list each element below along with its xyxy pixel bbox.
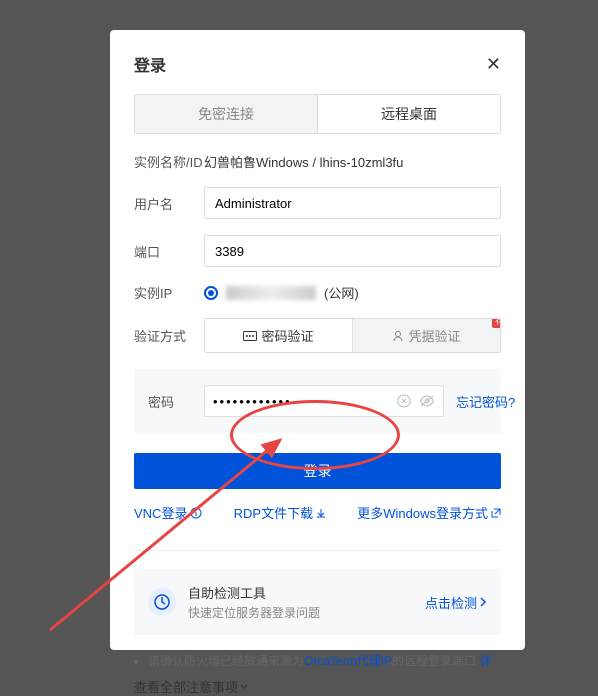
ip-label: 实例IP (134, 283, 204, 302)
detect-text: 自助检测工具 快速定位服务器登录问题 (188, 583, 413, 621)
port-label: 端口 (134, 242, 204, 261)
tab-passwordless[interactable]: 免密连接 (135, 95, 317, 133)
notice-item: 请确认防火墙已经放通来源为OrcaTerm代理IP的远程登录端口 详 (148, 651, 501, 671)
ip-radio-group: (公网) (204, 283, 501, 302)
row-instance: 实例名称/ID 幻兽帕鲁Windows / lhins-10zml3fu (134, 152, 501, 171)
modal-title: 登录 (134, 52, 166, 76)
recommend-badge: 荐 (492, 318, 501, 328)
row-username: 用户名 (134, 187, 501, 219)
row-auth-method: 验证方式 密码验证 凭据验证 荐 (134, 318, 501, 353)
auth-tab-credential[interactable]: 凭据验证 (352, 319, 500, 352)
view-all-notices[interactable]: 查看全部注意事项 (134, 677, 248, 696)
port-input[interactable] (204, 235, 501, 267)
password-icon (243, 331, 257, 341)
proxy-ip-link[interactable]: OrcaTerm代理IP (304, 654, 392, 668)
login-modal: 登录 ✕ 免密连接 远程桌面 实例名称/ID 幻兽帕鲁Windows / lhi… (110, 30, 525, 650)
password-section: 密码 忘记密码? (134, 369, 501, 433)
ip-type-label: (公网) (324, 283, 359, 302)
username-label: 用户名 (134, 194, 204, 213)
notice-list: 请确认防火墙已经放通来源为OrcaTerm代理IP的远程登录端口 详 (134, 651, 501, 671)
username-input[interactable] (204, 187, 501, 219)
detect-subtitle: 快速定位服务器登录问题 (188, 604, 413, 621)
self-check-card: 自助检测工具 快速定位服务器登录问题 点击检测 (134, 569, 501, 635)
secondary-links: VNC登录 RDP文件下载 更多Windows登录方式 (134, 503, 501, 522)
auth-label: 验证方式 (134, 326, 204, 345)
detect-title: 自助检测工具 (188, 583, 413, 602)
instance-label: 实例名称/ID (134, 152, 204, 171)
password-input[interactable] (213, 394, 389, 409)
password-label: 密码 (148, 392, 204, 411)
clear-icon[interactable] (397, 394, 411, 408)
credential-icon (392, 330, 404, 342)
password-input-wrapper (204, 385, 444, 417)
chevron-down-icon (240, 683, 248, 691)
external-link-icon (491, 508, 501, 518)
close-icon: ✕ (486, 54, 501, 74)
modal-header: 登录 ✕ (134, 52, 501, 76)
notice-more-link[interactable]: 详 (479, 654, 491, 668)
row-ip: 实例IP (公网) (134, 283, 501, 302)
download-icon (316, 508, 326, 518)
info-icon (190, 507, 202, 519)
vnc-login-link[interactable]: VNC登录 (134, 503, 202, 522)
divider (134, 550, 501, 551)
more-login-link[interactable]: 更多Windows登录方式 (357, 503, 501, 522)
radio-selected-icon[interactable] (204, 286, 218, 300)
forgot-password-link[interactable]: 忘记密码? (456, 392, 515, 411)
chevron-right-icon (479, 597, 487, 607)
tab-remote-desktop[interactable]: 远程桌面 (317, 95, 500, 133)
eye-icon[interactable] (419, 395, 435, 407)
row-port: 端口 (134, 235, 501, 267)
rdp-download-link[interactable]: RDP文件下载 (234, 503, 326, 522)
scan-icon (148, 588, 176, 616)
ip-address-redacted (226, 286, 316, 300)
instance-value: 幻兽帕鲁Windows / lhins-10zml3fu (204, 152, 501, 171)
auth-method-tabs: 密码验证 凭据验证 荐 (204, 318, 501, 353)
close-button[interactable]: ✕ (486, 54, 501, 75)
detect-action-link[interactable]: 点击检测 (425, 593, 487, 612)
login-button[interactable]: 登录 (134, 453, 501, 489)
connection-tabs: 免密连接 远程桌面 (134, 94, 501, 134)
auth-tab-password[interactable]: 密码验证 (205, 319, 352, 352)
